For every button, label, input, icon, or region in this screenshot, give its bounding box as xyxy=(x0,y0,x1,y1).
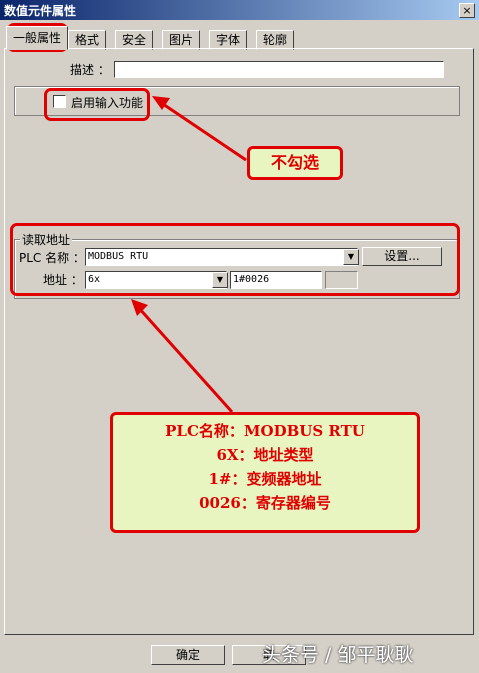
arrow-line xyxy=(159,100,247,162)
uncheck-note: 不勾选 xyxy=(247,146,343,180)
annotation-arrows xyxy=(131,96,247,414)
arrow-line xyxy=(136,305,234,414)
info-line: 1#：变频器地址 xyxy=(208,470,322,488)
info-line: 0026：寄存器编号 xyxy=(199,494,331,512)
tab-general[interactable]: 一般属性 xyxy=(6,26,69,50)
info-line: 6X：地址类型 xyxy=(216,446,314,464)
properties-dialog: 数值元件属性 × 一般属性 格式 安全 图片 字体 轮廓 描述 ： 启用输入功能… xyxy=(0,0,479,673)
plc-info-note: PLC名称：MODBUS RTU 6X：地址类型 1#：变频器地址 0026：寄… xyxy=(110,412,420,533)
info-line: PLC名称：MODBUS RTU xyxy=(165,422,365,440)
watermark: 头条号 / 邹平耿耿 xyxy=(262,644,414,666)
